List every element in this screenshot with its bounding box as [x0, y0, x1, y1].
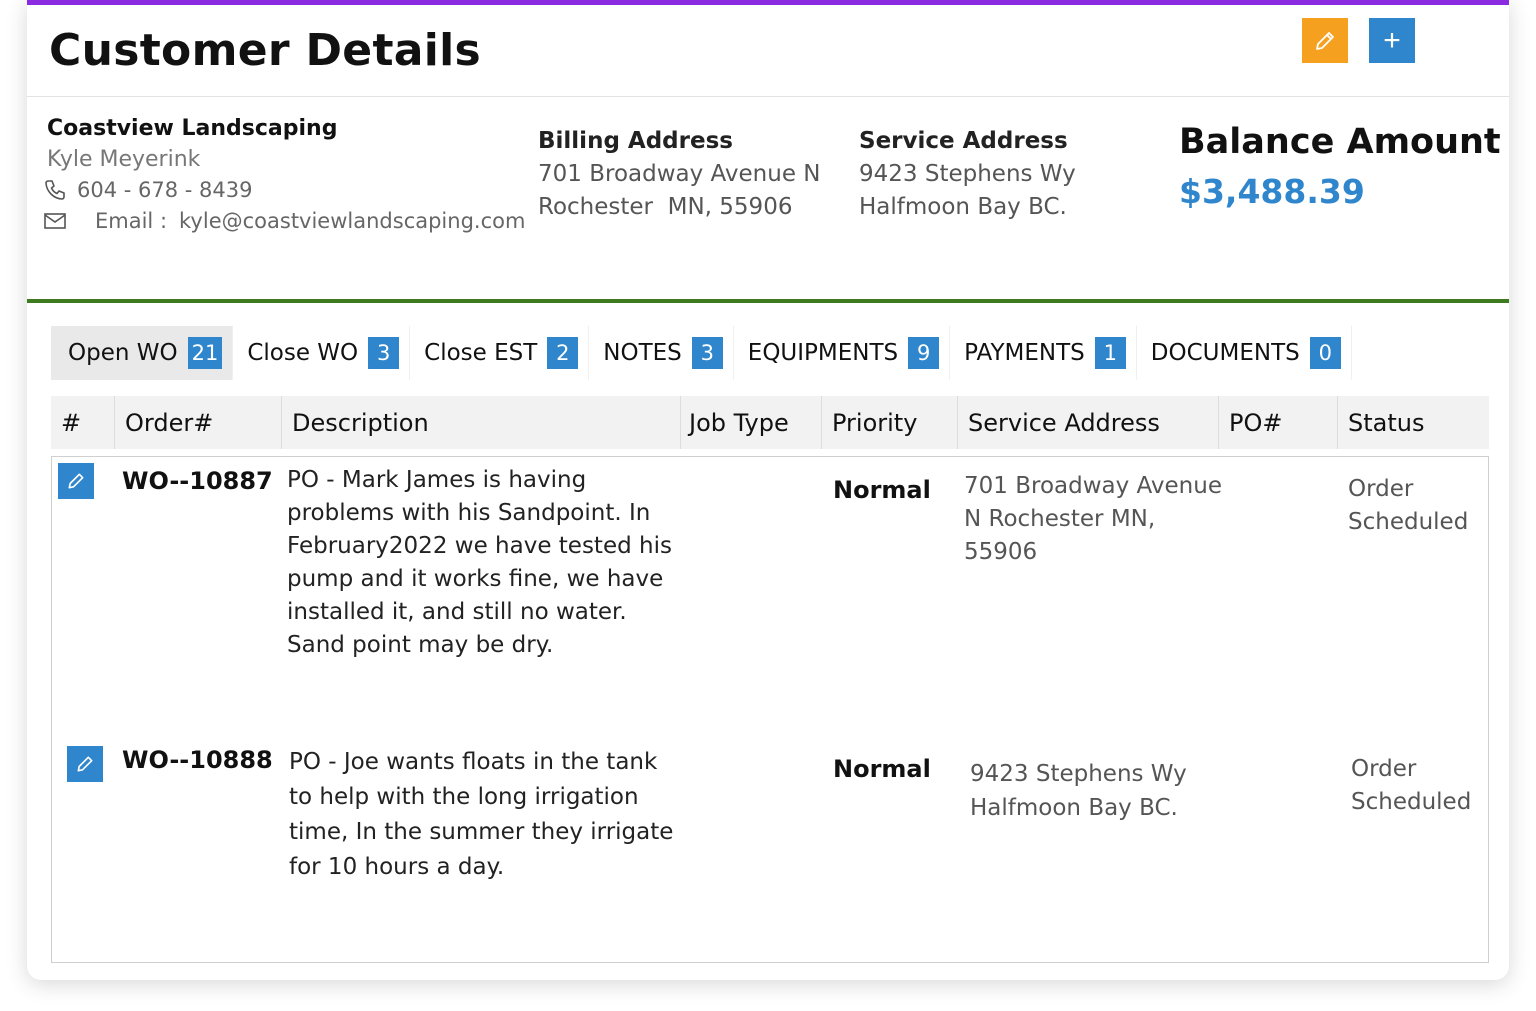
- tab-label: Close EST: [424, 340, 538, 366]
- column-header-job-type[interactable]: Job Type: [681, 396, 822, 449]
- column-header-description[interactable]: Description: [282, 396, 681, 449]
- order-status: Order Scheduled: [1348, 476, 1469, 535]
- page-title: Customer Details: [49, 25, 482, 76]
- tab-open-wo[interactable]: Open WO 21: [51, 326, 234, 380]
- edit-customer-button[interactable]: [1302, 18, 1348, 63]
- tab-equipments[interactable]: EQUIPMENTS 9: [734, 326, 951, 380]
- tab-close-est[interactable]: Close EST 2: [410, 326, 590, 380]
- count-badge: 0: [1309, 337, 1341, 369]
- phone-number: 604 - 678 - 8439: [77, 178, 253, 202]
- email-link[interactable]: kyle@coastviewlandscaping.com: [179, 209, 525, 233]
- work-order-table: WO--10887 PO - Mark James is having prob…: [51, 456, 1489, 963]
- contact-name: Kyle Meyerink: [47, 147, 201, 172]
- tab-label: Open WO: [68, 340, 178, 366]
- order-number[interactable]: WO--10887: [122, 467, 273, 495]
- tab-payments[interactable]: PAYMENTS 1: [950, 326, 1137, 380]
- balance-amount: $3,488.39: [1179, 172, 1365, 211]
- tab-label: Close WO: [247, 340, 359, 366]
- order-number[interactable]: WO--10888: [122, 746, 273, 774]
- column-header-status[interactable]: Status: [1338, 396, 1489, 449]
- edit-row-button[interactable]: [67, 746, 103, 782]
- column-header-priority[interactable]: Priority: [822, 396, 958, 449]
- tab-label: EQUIPMENTS: [747, 340, 899, 366]
- column-header-service-address[interactable]: Service Address: [958, 396, 1219, 449]
- column-header-po[interactable]: PO#: [1219, 396, 1338, 449]
- add-button[interactable]: +: [1369, 18, 1415, 63]
- table-row: WO--10888 PO - Joe wants floats in the t…: [52, 737, 1488, 962]
- order-description: PO - Mark James is having problems with …: [287, 467, 672, 658]
- balance-title: Balance Amount: [1179, 122, 1501, 162]
- order-priority: Normal: [833, 755, 931, 783]
- tab-label: DOCUMENTS: [1150, 340, 1300, 366]
- page-header: Customer Details +: [27, 5, 1509, 97]
- billing-address: Billing Address 701 Broadway Avenue N Ro…: [538, 128, 821, 224]
- customer-info: Coastview Landscaping Kyle Meyerink 604 …: [27, 98, 1509, 300]
- section-divider: [27, 299, 1509, 303]
- email-row: Email : kyle@coastviewlandscaping.com: [43, 209, 525, 233]
- email-label: Email :: [95, 209, 168, 233]
- order-status: Order Scheduled: [1351, 756, 1472, 815]
- service-address-line2: Halfmoon Bay BC.: [859, 194, 1067, 220]
- pencil-icon: [1316, 31, 1334, 50]
- tab-bar: Open WO 21 Close WO 3 Close EST 2 NOTES …: [51, 326, 1352, 380]
- billing-address-line1: 701 Broadway Avenue N: [538, 161, 821, 187]
- billing-address-line2: Rochester MN, 55906: [538, 194, 793, 220]
- count-badge: 1: [1094, 337, 1126, 369]
- company-name: Coastview Landscaping: [47, 116, 338, 141]
- tab-close-wo[interactable]: Close WO 3: [233, 326, 411, 380]
- count-badge: 2: [547, 337, 579, 369]
- tab-documents[interactable]: DOCUMENTS 0: [1137, 326, 1352, 380]
- table-row: WO--10887 PO - Mark James is having prob…: [52, 457, 1488, 737]
- tab-label: NOTES: [603, 340, 682, 366]
- order-service-address: 701 Broadway Avenue N Rochester MN, 5590…: [964, 473, 1222, 565]
- count-badge: 3: [691, 337, 723, 369]
- service-address-title: Service Address: [859, 128, 1068, 154]
- order-description: PO - Joe wants floats in the tank to hel…: [289, 749, 674, 880]
- billing-address-title: Billing Address: [538, 128, 733, 154]
- table-header: # Order# Description Job Type Priority S…: [51, 396, 1489, 449]
- customer-details-card: Customer Details + Coastview Landscaping…: [27, 0, 1509, 980]
- count-badge: 9: [908, 337, 940, 369]
- pencil-icon: [68, 473, 84, 489]
- service-address-line1: 9423 Stephens Wy: [859, 161, 1076, 187]
- phone-row: 604 - 678 - 8439: [43, 178, 252, 202]
- order-service-address: 9423 Stephens Wy Halfmoon Bay BC.: [970, 761, 1187, 821]
- column-header-index[interactable]: #: [51, 396, 115, 449]
- pencil-icon: [77, 756, 93, 772]
- count-badge: 21: [187, 337, 223, 369]
- mail-icon: [44, 213, 66, 229]
- tab-label: PAYMENTS: [964, 340, 1085, 366]
- tab-notes[interactable]: NOTES 3: [589, 326, 734, 380]
- count-badge: 3: [368, 337, 400, 369]
- order-priority: Normal: [833, 476, 931, 504]
- column-header-order[interactable]: Order#: [115, 396, 282, 449]
- edit-row-button[interactable]: [58, 463, 94, 499]
- service-address: Service Address 9423 Stephens Wy Halfmoo…: [859, 128, 1076, 224]
- phone-icon: [45, 180, 65, 200]
